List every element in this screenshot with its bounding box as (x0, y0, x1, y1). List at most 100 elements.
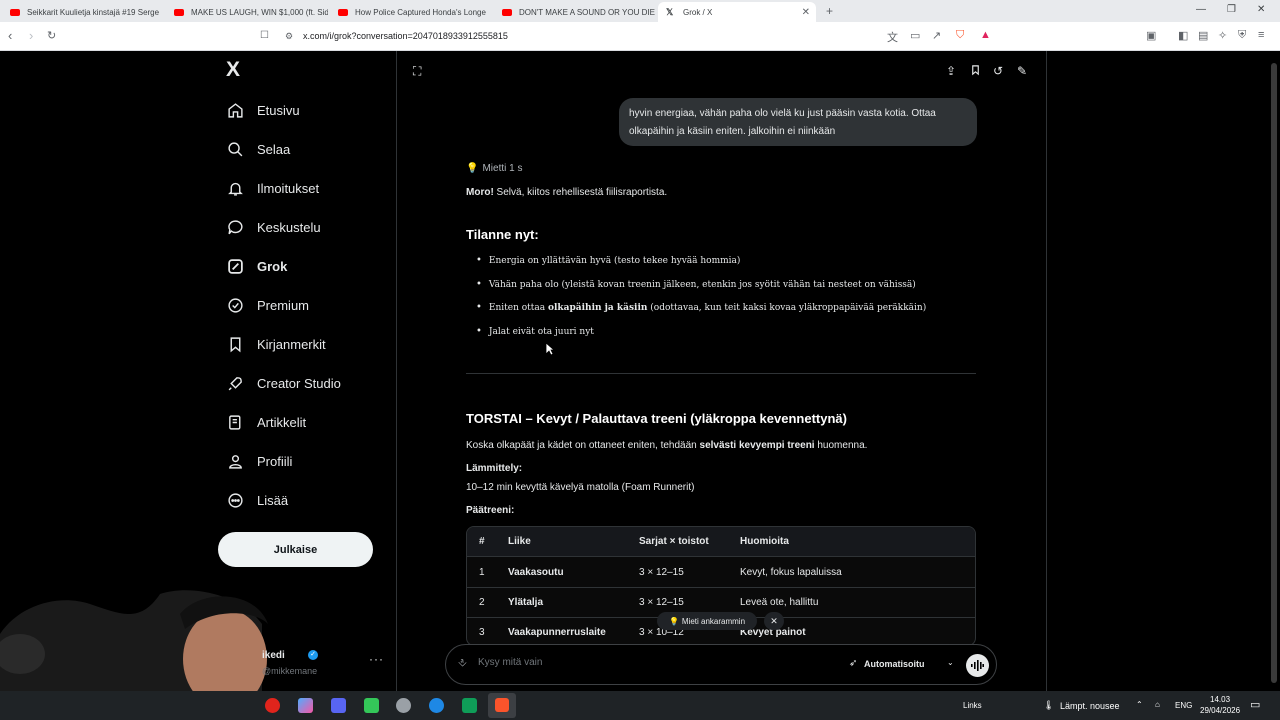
tray-chevron-icon[interactable]: ⌃ (1136, 700, 1143, 709)
sidebar-item-label: Kirjanmerkit (257, 336, 326, 352)
sidebar-item-label: Ilmoitukset (257, 180, 320, 196)
cast-icon[interactable]: ▭ (910, 29, 920, 42)
back-icon[interactable]: ‹ (8, 28, 12, 43)
sidebar-item-label: Premium (257, 297, 310, 313)
reload-icon[interactable]: ↻ (47, 29, 56, 42)
notification-icon[interactable]: ▭ (1250, 698, 1260, 711)
minimize-button[interactable]: — (1196, 4, 1206, 15)
table-header: Huomioita (740, 536, 789, 547)
profile-name[interactable]: ikedi (262, 650, 285, 661)
sidebar-item-selaa[interactable]: Selaa (226, 137, 290, 161)
translate-icon[interactable]: 文 (887, 29, 898, 45)
edge-icon[interactable] (429, 698, 444, 713)
thinking-indicator[interactable]: 💡 Mietti 1 s (466, 163, 522, 174)
links-toolbar[interactable]: Links (963, 701, 982, 710)
verified-badge-icon: ✓ (308, 650, 318, 660)
sidebar-item-artikkelit[interactable]: Artikkelit (226, 410, 306, 434)
greeting-text: Moro! Selvä, kiitos rehellisestä fiilisr… (466, 187, 667, 198)
sidebar-item-keskustelu[interactable]: Keskustelu (226, 215, 321, 239)
sidebar-item-label: Artikkelit (257, 414, 307, 430)
network-icon[interactable]: ⌂ (1155, 700, 1160, 709)
rocket-icon (226, 374, 244, 392)
sidebar-item-ilmoitukset[interactable]: Ilmoitukset (226, 176, 319, 200)
intro-text: Koska olkapäät ja kädet on ottaneet enit… (466, 440, 867, 451)
sidebar-item-label: Profiili (257, 453, 293, 469)
language-indicator[interactable]: ENG (1175, 701, 1192, 710)
youtube-icon (338, 8, 348, 16)
chevron-down-icon[interactable]: ⌄ (947, 658, 954, 667)
wallet-icon[interactable]: ▤ (1198, 29, 1208, 42)
mouse-cursor-icon (545, 342, 556, 361)
weather-text[interactable]: Lämpt. nousee (1060, 701, 1120, 711)
section-title: TORSTAI – Kevyt / Palauttava treeni (ylä… (466, 411, 847, 426)
think-harder-button[interactable]: 💡 Mieti ankarammin (657, 612, 757, 630)
mode-selector[interactable]: Automatisoitu (864, 659, 925, 669)
expand-icon[interactable]: ⛶ (413, 64, 421, 79)
leo-ai-icon[interactable]: ✧ (1218, 29, 1227, 42)
browser-tab[interactable]: DON'T MAKE A SOUND OR YOU DIE (494, 2, 656, 22)
x-logo-icon[interactable]: X (226, 58, 240, 82)
opera-icon[interactable] (265, 698, 280, 713)
share-icon[interactable]: ↗ (932, 29, 941, 42)
sidebar-item-lisaa[interactable]: Lisää (226, 488, 288, 512)
clock-time[interactable]: 14.03 (1210, 695, 1230, 704)
attach-icon[interactable]: ⎀ (458, 657, 467, 670)
windows-taskbar: Links 🌡 Lämpt. nousee ⌃ ⌂ ENG 14.03 29/0… (0, 691, 1280, 720)
browser-tab[interactable]: How Police Captured Honda's Longe (330, 2, 492, 22)
sidebar-item-profiili[interactable]: Profiili (226, 449, 292, 473)
table-cell: Vaakapunnerruslaite (508, 627, 606, 638)
app-icon[interactable] (364, 698, 379, 713)
site-settings-icon[interactable]: ⚙ (285, 31, 293, 42)
sidebar-item-creator-studio[interactable]: Creator Studio (226, 371, 341, 395)
youtube-icon (10, 8, 20, 16)
brave-rewards-icon[interactable]: ▲ (980, 29, 991, 41)
table-cell: Vaakasoutu (508, 567, 564, 578)
think-harder-label: Mieti ankarammin (681, 616, 746, 626)
close-window-button[interactable]: ✕ (1257, 4, 1265, 15)
browser-tab[interactable]: MAKE US LAUGH, WIN $1,000 (ft. Sid (166, 2, 328, 22)
photos-icon[interactable] (298, 698, 313, 713)
vpn-icon[interactable]: ⛨ (1238, 29, 1246, 42)
prompt-input[interactable] (478, 657, 778, 668)
composer-box: ⎀ ➶ Automatisoitu ⌄ (445, 644, 997, 685)
sidebar-item-etusivu[interactable]: Etusivu (226, 98, 300, 122)
app-icon[interactable] (396, 698, 411, 713)
brave-taskbar-button[interactable] (488, 693, 516, 718)
table-header: Sarjat × toistot (639, 536, 709, 547)
media-player-icon[interactable] (462, 698, 477, 713)
table-cell: Kevyt, fokus lapaluissa (740, 567, 842, 578)
voice-mode-button[interactable] (966, 654, 989, 677)
share-icon[interactable]: ⇪ (946, 64, 956, 78)
sidebar-item-premium[interactable]: Premium (226, 293, 309, 317)
tab-title: DON'T MAKE A SOUND OR YOU DIE (519, 7, 655, 17)
profile-more-button[interactable]: ··· (369, 652, 384, 666)
youtube-icon (174, 8, 184, 16)
sidebar-toggle-icon[interactable]: ◧ (1178, 29, 1188, 42)
list-item-text: Jalat eivät ota juuri nyt (488, 326, 594, 337)
reader-icon[interactable]: ▣ (1146, 29, 1156, 42)
menu-icon[interactable]: ≡ (1258, 29, 1264, 41)
scrollbar[interactable] (1268, 51, 1280, 691)
close-tab-icon[interactable]: ✕ (802, 7, 810, 18)
discord-icon[interactable] (331, 698, 346, 713)
browser-tab[interactable]: Seikkarit Kuulietja kinstajä #19 Serge (2, 2, 164, 22)
sidebar-item-grok[interactable]: Grok (226, 254, 287, 278)
maximize-button[interactable]: ❐ (1227, 4, 1236, 15)
forward-icon[interactable]: › (29, 28, 33, 43)
sidebar-item-kirjanmerkit[interactable]: Kirjanmerkit (226, 332, 326, 356)
browser-tab-active[interactable]: 𝕏 Grok / X ✕ (658, 2, 816, 22)
post-button[interactable]: Julkaise (218, 532, 373, 567)
close-icon[interactable]: ✕ (764, 612, 784, 630)
scrollbar-thumb[interactable] (1271, 63, 1277, 683)
grok-icon (226, 257, 244, 275)
list-item: Vähän paha olo (yleistä kovan treenin jä… (476, 279, 916, 290)
clock-date[interactable]: 29/04/2026 (1200, 706, 1240, 715)
url-field[interactable]: x.com/i/grok?conversation=20470189339125… (303, 31, 508, 41)
thinking-label: Mietti 1 s (482, 163, 523, 174)
new-chat-icon[interactable]: ✎ (1017, 64, 1027, 78)
brave-shield-icon[interactable]: ⛉ (956, 29, 964, 42)
bookmark-page-icon[interactable]: ☐ (260, 30, 269, 41)
bookmark-icon[interactable] (970, 64, 981, 79)
history-icon[interactable]: ↺ (993, 64, 1003, 78)
new-tab-button[interactable]: + (826, 4, 833, 18)
